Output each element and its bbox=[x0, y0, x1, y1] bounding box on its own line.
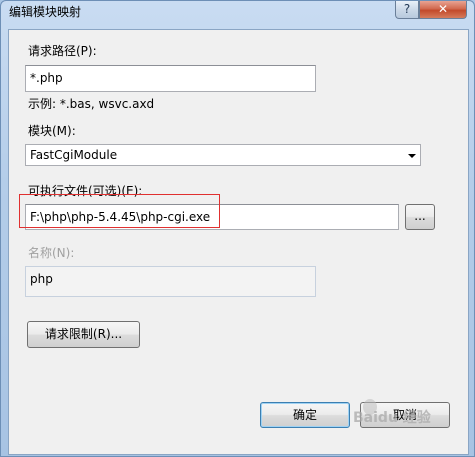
module-selected-value: FastCgiModule bbox=[30, 148, 118, 162]
request-restrictions-button[interactable]: 请求限制(R)... bbox=[27, 321, 140, 348]
name-input[interactable]: php bbox=[25, 266, 316, 297]
dialog-window: 编辑模块映射 ? ✕ 请求路径(P): *.php 示例: *.bas, wsv… bbox=[0, 0, 475, 457]
help-icon: ? bbox=[403, 2, 411, 16]
dialog-body: 请求路径(P): *.php 示例: *.bas, wsvc.axd 模块(M)… bbox=[8, 29, 469, 455]
request-path-input[interactable]: *.php bbox=[25, 65, 316, 92]
module-label: 模块(M): bbox=[28, 124, 76, 138]
ok-button[interactable]: 确定 bbox=[260, 402, 350, 428]
name-label: 名称(N): bbox=[28, 246, 75, 260]
watermark: Baidu 经验 bbox=[353, 410, 431, 426]
request-path-example: 示例: *.bas, wsvc.axd bbox=[28, 97, 155, 111]
browse-button[interactable]: ... bbox=[405, 204, 435, 230]
help-button[interactable]: ? bbox=[395, 1, 419, 19]
close-button[interactable]: ✕ bbox=[419, 1, 467, 19]
chevron-down-icon bbox=[408, 154, 416, 158]
request-path-label: 请求路径(P): bbox=[28, 44, 97, 58]
highlight-box bbox=[19, 194, 220, 228]
module-select[interactable]: FastCgiModule bbox=[25, 144, 421, 166]
close-icon: ✕ bbox=[437, 2, 449, 16]
window-title: 编辑模块映射 bbox=[9, 5, 82, 19]
